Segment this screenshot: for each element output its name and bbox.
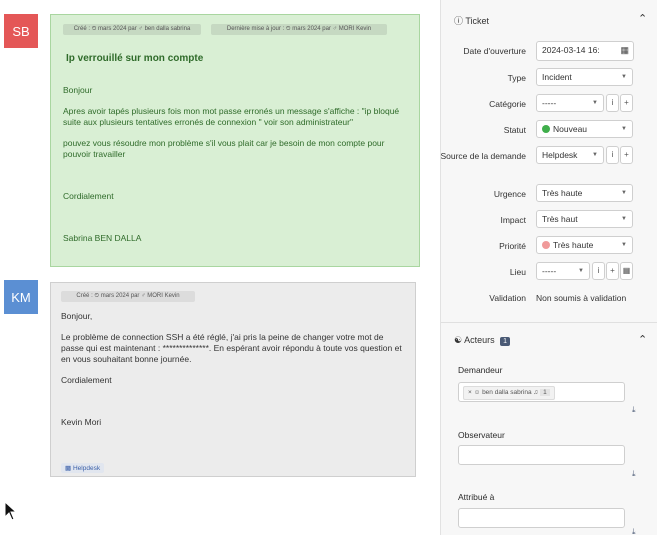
ticket-description-bubble: Créé : ⏲ mars 2024 par ♂ ben dalla sabri… [50,14,420,267]
priority-value: Très haute [553,240,594,250]
location-info-button[interactable]: i [592,262,605,280]
category-select[interactable]: ----- ▼ [536,94,604,112]
requester-field[interactable]: × ☺ ben dalla sabrina ♫ 1 [458,382,625,402]
bell-icon[interactable]: ♫ [533,389,538,396]
body-line: Le problème de connection SSH a été régl… [61,332,402,364]
location-label: Lieu [509,267,526,277]
urgency-value: Très haute [542,188,583,198]
location-value: ----- [542,266,557,276]
assigned-add-icon[interactable]: ⤓ [632,527,636,537]
type-label: Type [507,73,526,83]
ticket-section-header[interactable]: ⓘ Ticket [454,14,489,27]
requester-add-icon[interactable]: ⤓ [632,405,636,415]
source-badge: ▩ Helpdesk [61,463,105,473]
section-divider [441,322,657,323]
category-info-button[interactable]: i [606,94,619,112]
followup-body: Bonjour, Le problème de connection SSH a… [61,311,406,428]
avatar-sb: SB [4,14,38,48]
created-tag: Créé : ⏲ mars 2024 par ♂ MORI Kevin [61,291,195,302]
source-select[interactable]: Helpdesk ▼ [536,146,604,164]
category-label: Catégorie [489,99,526,109]
body-line: Bonjour, [61,311,93,321]
actors-section-header[interactable]: ☯ Acteurs 1 [454,335,511,346]
type-value: Incident [542,72,572,82]
actors-count-badge: 1 [500,337,511,346]
location-add-button[interactable]: + [606,262,619,280]
assigned-label: Attribué à [458,492,495,502]
body-line: Cordialement [63,191,114,201]
requester-label: Demandeur [458,365,503,375]
chevron-down-icon: ▼ [592,152,598,158]
priority-label: Priorité [499,241,526,251]
info-icon: ⓘ [454,16,464,26]
opening-date-label: Date d'ouverture [463,46,526,56]
impact-select[interactable]: Très haut ▼ [536,210,633,228]
category-value: ----- [542,98,557,108]
helpdesk-icon: ▩ [65,465,72,472]
requester-count: 1 [540,389,550,396]
map-icon[interactable]: ▦ [620,262,633,280]
chevron-down-icon: ▼ [621,190,627,196]
status-label: Statut [503,125,526,135]
ticket-section-title: Ticket [465,16,490,26]
urgency-label: Urgence [493,189,526,199]
ticket-title: Ip verrouillé sur mon compte [66,53,204,64]
type-select[interactable]: Incident ▼ [536,68,633,86]
chevron-down-icon: ▼ [621,126,627,132]
actors-section-title: Acteurs [464,335,495,345]
status-value: Nouveau [553,124,588,134]
requester-chip[interactable]: × ☺ ben dalla sabrina ♫ 1 [463,386,555,400]
user-icon: ☺ [473,389,481,396]
priority-dot-icon [542,241,550,249]
body-line: Sabrina BEN DALLA [63,233,142,243]
location-select[interactable]: ----- ▼ [536,262,590,280]
ticket-side-panel: ⓘ Ticket ⌃ Date d'ouverture 2024-03-14 1… [440,0,657,537]
source-value: Helpdesk [542,150,578,160]
validation-label: Validation [489,293,526,303]
chevron-down-icon: ▼ [621,74,627,80]
users-icon: ☯ [454,335,463,345]
body-line: Cordialement [61,375,112,385]
body-line: Kevin Mori [61,417,102,427]
urgency-select[interactable]: Très haute ▼ [536,184,633,202]
status-select[interactable]: Nouveau ▼ [536,120,633,138]
followup-bubble: Créé : ⏲ mars 2024 par ♂ MORI Kevin Bonj… [50,282,416,477]
observer-label: Observateur [458,430,505,440]
chevron-down-icon: ▼ [592,100,598,106]
chevron-down-icon: ▼ [578,268,584,274]
status-dot-icon [542,125,550,133]
body-line: Apres avoir tapés plusieurs fois mon mot… [63,106,400,127]
validation-value: Non soumis à validation [536,293,627,303]
observer-field[interactable] [458,445,625,465]
updated-tag: Dernière mise à jour : ⏲ mars 2024 par ♂… [211,24,387,35]
collapse-chevron-icon[interactable]: ⌃ [638,12,647,25]
source-info-button[interactable]: i [606,146,619,164]
mouse-cursor-icon [4,501,18,521]
observer-add-icon[interactable]: ⤓ [632,469,636,479]
avatar-km: KM [4,280,38,314]
impact-label: Impact [500,215,526,225]
source-label: Source de la demande [440,151,526,161]
opening-date-input[interactable]: 2024-03-14 16: ▦ [536,41,634,61]
opening-date-value: 2024-03-14 16: [542,45,600,55]
impact-value: Très haut [542,214,578,224]
remove-chip-icon[interactable]: × [468,389,472,396]
source-badge-label: Helpdesk [72,465,101,472]
requester-name: ben dalla sabrina [482,389,532,396]
ticket-body: Bonjour Apres avoir tapés plusieurs fois… [63,85,408,244]
category-add-button[interactable]: + [620,94,633,112]
calendar-icon[interactable]: ▦ [620,42,629,58]
priority-select[interactable]: Très haute ▼ [536,236,633,254]
created-tag: Créé : ⏲ mars 2024 par ♂ ben dalla sabri… [63,24,201,35]
chevron-down-icon: ▼ [621,216,627,222]
chevron-down-icon: ▼ [621,242,627,248]
source-add-button[interactable]: + [620,146,633,164]
collapse-chevron-icon[interactable]: ⌃ [638,333,647,346]
assigned-field[interactable] [458,508,625,528]
body-line: Bonjour [63,85,93,95]
body-line: pouvez vous résoudre mon problème s'il v… [63,138,385,159]
